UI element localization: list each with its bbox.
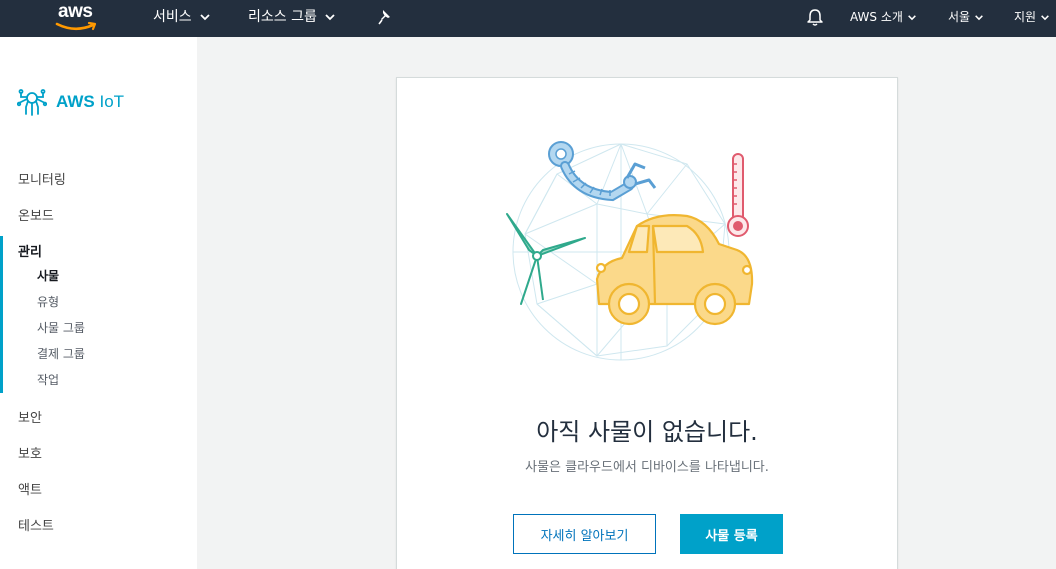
notifications-button[interactable] (806, 8, 824, 28)
empty-state-title: 아직 사물이 없습니다. (536, 418, 758, 446)
sidebar-item-thing-groups[interactable]: 사물 그룹 (37, 319, 85, 336)
sidebar: AWS IoT 모니터링 온보드 관리 사물 유형 사물 그룹 결제 그룹 작업… (0, 37, 197, 569)
brand-aws-text: AWS (56, 92, 95, 111)
brand-iot-text: IoT (99, 92, 125, 111)
aws-iot-brand[interactable]: AWS IoT (17, 87, 124, 117)
chevron-down-icon (1041, 15, 1049, 21)
sidebar-item-security[interactable]: 보안 (18, 407, 42, 426)
register-thing-button[interactable]: 사물 등록 (680, 514, 783, 554)
aws-logo[interactable]: aws (55, 1, 103, 35)
empty-state-card: 아직 사물이 없습니다. 사물은 클라우드에서 디바이스를 나타냅니다. 자세히… (396, 77, 898, 569)
sidebar-item-defend[interactable]: 보호 (18, 443, 42, 462)
sidebar-item-manage[interactable]: 관리 (18, 241, 42, 260)
sidebar-item-jobs[interactable]: 작업 (37, 371, 59, 388)
about-aws-menu[interactable]: AWS 소개 (850, 0, 917, 37)
chevron-down-icon (975, 15, 983, 21)
brand-name: AWS IoT (56, 92, 124, 112)
sidebar-item-onboard[interactable]: 온보드 (18, 205, 54, 224)
sidebar-item-types[interactable]: 유형 (37, 293, 59, 310)
aws-logo-text: aws (58, 1, 93, 22)
empty-state-subtitle: 사물은 클라우드에서 디바이스를 나타냅니다. (525, 460, 769, 475)
pin-button[interactable] (378, 9, 392, 27)
chevron-down-icon (325, 14, 335, 21)
services-label: 서비스 (153, 9, 192, 25)
top-navigation-bar: aws 서비스 리소스 그룹 AWS 소개 서울 지원 (0, 0, 1056, 37)
aws-iot-icon (17, 89, 47, 116)
learn-more-button[interactable]: 자세히 알아보기 (513, 514, 656, 554)
bell-icon (807, 9, 823, 26)
sidebar-item-billing-groups[interactable]: 결제 그룹 (37, 345, 85, 362)
iot-things-illustration (506, 141, 754, 361)
sidebar-active-indicator (0, 236, 3, 393)
support-menu[interactable]: 지원 (1014, 0, 1050, 37)
region-label: 서울 (948, 10, 971, 24)
services-menu[interactable]: 서비스 (153, 0, 211, 37)
resource-groups-label: 리소스 그룹 (248, 9, 317, 25)
chevron-down-icon (200, 14, 210, 21)
about-aws-label: AWS 소개 (850, 10, 903, 24)
pin-icon (378, 10, 390, 25)
sidebar-item-act[interactable]: 액트 (18, 479, 42, 498)
resource-groups-menu[interactable]: 리소스 그룹 (248, 0, 336, 37)
chevron-down-icon (908, 15, 916, 21)
region-menu[interactable]: 서울 (948, 0, 984, 37)
sidebar-item-monitoring[interactable]: 모니터링 (18, 169, 66, 188)
sidebar-item-things[interactable]: 사물 (37, 267, 59, 284)
aws-smile-icon (55, 21, 97, 31)
support-label: 지원 (1014, 10, 1037, 24)
sidebar-item-test[interactable]: 테스트 (18, 515, 54, 534)
